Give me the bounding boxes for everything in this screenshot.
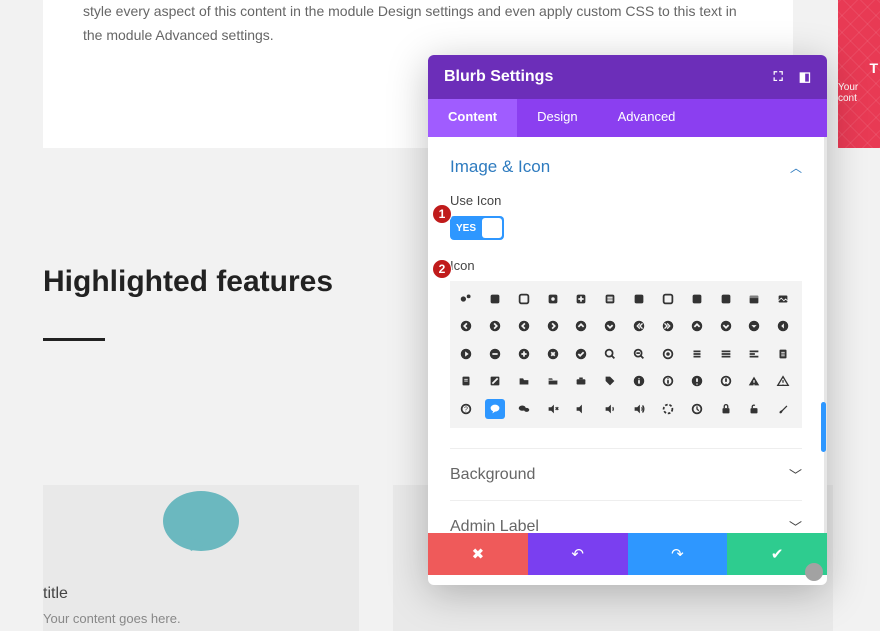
section-background[interactable]: Background ﹀	[450, 448, 802, 500]
tab-advanced[interactable]: Advanced	[598, 99, 696, 137]
gears-icon[interactable]	[456, 289, 476, 309]
toggle-value: YES	[456, 223, 476, 234]
use-icon-label: Use Icon	[450, 193, 802, 208]
brush-icon[interactable]	[773, 399, 793, 419]
square-plus-icon[interactable]	[571, 289, 591, 309]
chevron-left-circle-icon[interactable]	[514, 316, 534, 336]
rewind-circle-icon[interactable]	[629, 316, 649, 336]
feature-title: title	[43, 585, 68, 603]
section-label: Background	[450, 466, 535, 484]
heading-underline	[43, 338, 105, 341]
modal-tabs: Content Design Advanced	[428, 99, 827, 137]
chat-icon[interactable]	[485, 399, 505, 419]
square-icon[interactable]	[485, 289, 505, 309]
annotation-marker-2: 2	[432, 259, 452, 279]
red-card-sub: Your cont	[838, 82, 878, 104]
unlock-icon[interactable]	[744, 399, 764, 419]
use-icon-toggle[interactable]: YES	[450, 216, 504, 240]
volume-mid-icon[interactable]	[600, 399, 620, 419]
square-outline-icon[interactable]	[514, 289, 534, 309]
forward-circle-icon[interactable]	[658, 316, 678, 336]
arrow-down-circle-icon[interactable]	[716, 316, 736, 336]
menu-icon[interactable]	[716, 344, 736, 364]
snap-icon[interactable]: ◧	[799, 69, 811, 85]
chevron-down-icon: ﹀	[789, 517, 802, 536]
square-bars-icon[interactable]	[600, 289, 620, 309]
document-icon[interactable]	[773, 344, 793, 364]
x-circle-icon[interactable]	[543, 344, 563, 364]
page-heading: Highlighted features	[43, 265, 333, 299]
warning-icon[interactable]	[773, 371, 793, 391]
zoom-in-icon[interactable]	[600, 344, 620, 364]
list-icon[interactable]	[687, 344, 707, 364]
help-circle-icon[interactable]: ?	[456, 399, 476, 419]
calendar-icon[interactable]	[744, 289, 764, 309]
edit-icon[interactable]	[485, 371, 505, 391]
feature-card[interactable]: title Your content goes here.	[43, 485, 359, 631]
red-blurb-card: T Your cont	[838, 0, 880, 148]
caret-left-circle-icon[interactable]	[773, 316, 793, 336]
chevrons-up-circle-icon[interactable]	[571, 316, 591, 336]
chat-bubble-icon	[163, 491, 239, 551]
section-admin-label[interactable]: Admin Label ﹀	[450, 500, 802, 552]
check-circle-icon[interactable]	[571, 344, 591, 364]
warning-fill-icon[interactable]	[744, 371, 764, 391]
modal-panel: Image & Icon ︿ Use Icon YES Icon	[428, 137, 827, 533]
section-label: Admin Label	[450, 518, 539, 536]
modal-header[interactable]: Blurb Settings ⛶ ◧	[428, 55, 827, 99]
icon-picker-grid[interactable]: ?	[450, 281, 802, 428]
icon-label: Icon	[450, 258, 802, 273]
play-circle-icon[interactable]	[456, 344, 476, 364]
square-alt2-icon[interactable]	[658, 289, 678, 309]
tab-content[interactable]: Content	[428, 99, 517, 137]
loader-icon[interactable]	[658, 399, 678, 419]
chevron-right-circle-icon[interactable]	[543, 316, 563, 336]
arrow-left-circle-icon[interactable]	[456, 316, 476, 336]
chevron-up-icon: ︿	[790, 159, 802, 176]
folder-open-icon[interactable]	[543, 371, 563, 391]
caret-down-circle-icon[interactable]	[744, 316, 764, 336]
red-card-title: T	[869, 60, 878, 76]
chats-icon[interactable]	[514, 399, 534, 419]
alert-circle-icon[interactable]	[687, 371, 707, 391]
plus-circle-icon[interactable]	[514, 344, 534, 364]
blurb-settings-modal: Blurb Settings ⛶ ◧ Content Design Advanc…	[428, 55, 827, 585]
section-label: Image & Icon	[450, 157, 550, 177]
clock-icon[interactable]	[687, 399, 707, 419]
chevron-down-icon: ﹀	[789, 465, 802, 484]
image-icon[interactable]	[773, 289, 793, 309]
info-icon[interactable]	[658, 371, 678, 391]
minus-circle-icon[interactable]	[485, 344, 505, 364]
volume-low-icon[interactable]	[571, 399, 591, 419]
modal-title: Blurb Settings	[444, 68, 553, 86]
folder-icon[interactable]	[514, 371, 534, 391]
briefcase-icon[interactable]	[571, 371, 591, 391]
notes-icon[interactable]	[456, 371, 476, 391]
arrow-up-circle-icon[interactable]	[687, 316, 707, 336]
arrow-right-circle-icon[interactable]	[485, 316, 505, 336]
square-alt3-icon[interactable]	[687, 289, 707, 309]
volume-high-icon[interactable]	[629, 399, 649, 419]
info-circle-icon[interactable]	[629, 371, 649, 391]
alert-icon[interactable]	[716, 371, 736, 391]
resize-handle-icon[interactable]	[805, 563, 823, 581]
annotation-marker-1: 1	[432, 204, 452, 224]
volume-mute-icon[interactable]	[543, 399, 563, 419]
square-alt1-icon[interactable]	[629, 289, 649, 309]
align-icon[interactable]	[744, 344, 764, 364]
section-image-icon[interactable]: Image & Icon ︿	[450, 157, 802, 177]
tab-design[interactable]: Design	[517, 99, 597, 137]
tag-icon[interactable]	[600, 371, 620, 391]
expand-icon[interactable]: ⛶	[774, 69, 783, 85]
target-icon[interactable]	[658, 344, 678, 364]
chevrons-down-circle-icon[interactable]	[600, 316, 620, 336]
lock-icon[interactable]	[716, 399, 736, 419]
square-dot-icon[interactable]	[543, 289, 563, 309]
svg-text:?: ?	[464, 406, 468, 413]
zoom-out-icon[interactable]	[629, 344, 649, 364]
paragraph-text: style every aspect of this content in th…	[83, 3, 737, 43]
feature-subtitle: Your content goes here.	[43, 611, 181, 626]
square-alt4-icon[interactable]	[716, 289, 736, 309]
